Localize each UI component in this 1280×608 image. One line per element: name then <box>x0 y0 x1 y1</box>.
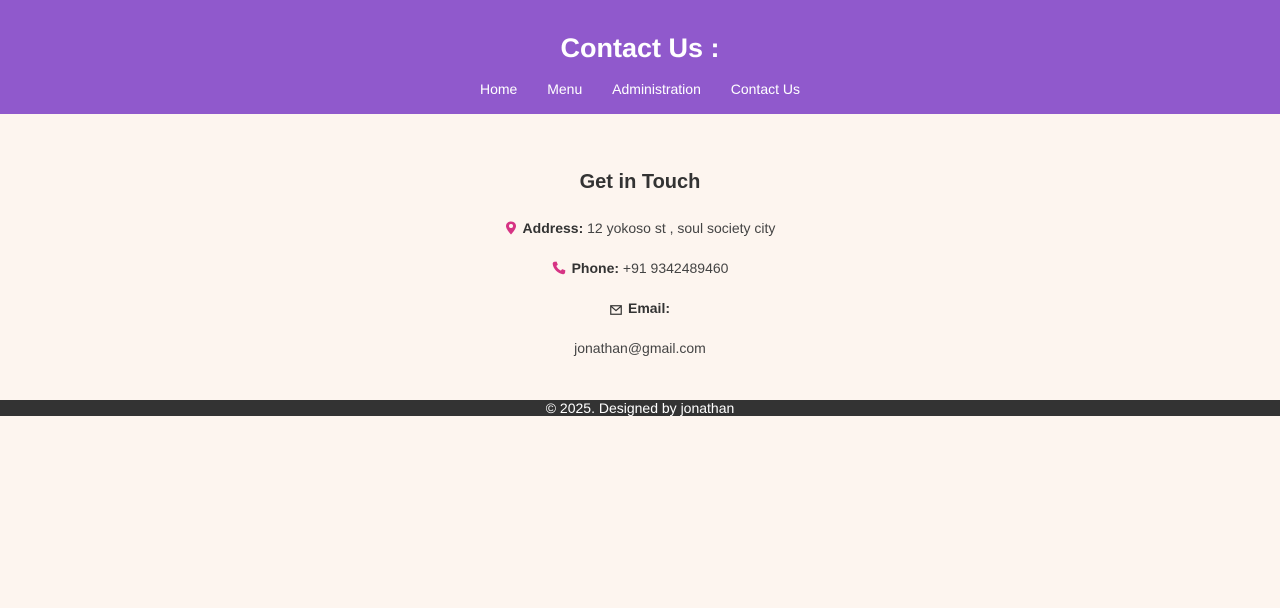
email-value-line: jonathan@gmail.com <box>0 340 1280 356</box>
phone-icon <box>552 261 566 278</box>
phone-value: +91 9342489460 <box>622 260 729 276</box>
phone-line: Phone: +91 9342489460 <box>0 260 1280 278</box>
email-value: jonathan@gmail.com <box>574 340 706 356</box>
site-footer: © 2025. Designed by jonathan <box>0 400 1280 416</box>
nav-link-administration[interactable]: Administration <box>612 81 701 97</box>
contact-heading: Get in Touch <box>579 171 701 193</box>
main-nav: Home Menu Administration Contact Us <box>0 81 1280 97</box>
email-label: Email: <box>627 300 670 316</box>
nav-link-contact-us[interactable]: Contact Us <box>731 81 800 97</box>
address-value: 12 yokoso st , soul society city <box>587 220 776 236</box>
address-line: Address: 12 yokoso st , soul society cit… <box>0 220 1280 238</box>
nav-link-home[interactable]: Home <box>480 81 517 97</box>
envelope-icon <box>610 302 622 318</box>
email-line: Email: <box>0 300 1280 318</box>
page-title: Contact Us : <box>560 33 720 63</box>
site-header: Contact Us : Home Menu Administration Co… <box>0 0 1280 114</box>
phone-label: Phone: <box>571 260 620 276</box>
pin-icon <box>505 221 517 238</box>
contact-section: Get in Touch Address: 12 yokoso st , sou… <box>0 114 1280 400</box>
footer-text: © 2025. Designed by jonathan <box>545 400 735 416</box>
address-label: Address: <box>522 220 584 236</box>
nav-link-menu[interactable]: Menu <box>547 81 582 97</box>
